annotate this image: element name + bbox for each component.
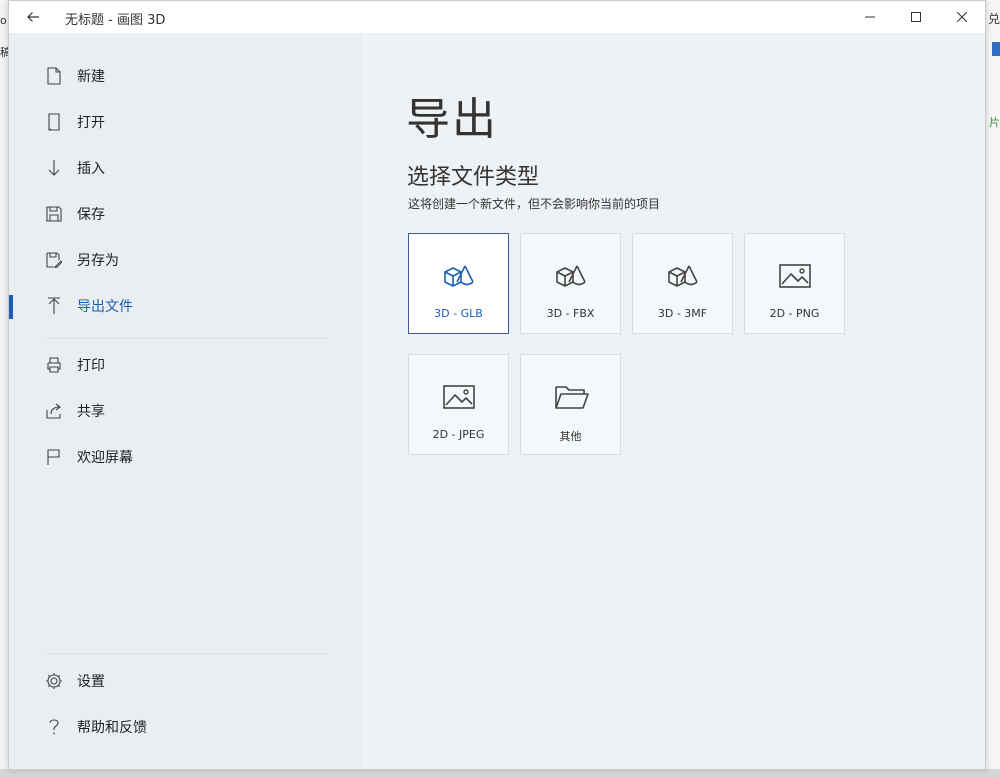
flag-icon	[45, 448, 63, 466]
sidebar-item-export[interactable]: 导出文件	[9, 284, 349, 328]
tile-label: 其他	[559, 430, 582, 443]
export-tile-2d-png[interactable]: 2D - PNG	[744, 233, 845, 334]
sidebar-item-label: 欢迎屏幕	[77, 450, 133, 466]
sidebar-item-label: 帮助和反馈	[77, 720, 147, 736]
tile-label: 3D - FBX	[546, 307, 595, 320]
close-icon	[957, 12, 967, 22]
export-icon	[45, 297, 63, 315]
section-subtitle: 这将创建一个新文件，但不会影响你当前的项目	[408, 197, 661, 211]
sidebar-divider	[45, 338, 329, 339]
sidebar-item-label: 打印	[77, 358, 105, 374]
desktop-background-left: o 稿	[0, 0, 11, 777]
export-tile-2d-jpeg[interactable]: 2D - JPEG	[408, 354, 509, 455]
close-button[interactable]	[939, 1, 985, 33]
sidebar-item-save[interactable]: 保存	[9, 192, 349, 236]
insert-icon	[45, 159, 63, 177]
open-icon	[45, 113, 63, 131]
image-icon	[779, 264, 811, 288]
sidebar-item-welcome[interactable]: 欢迎屏幕	[9, 435, 349, 479]
minimize-icon	[865, 16, 875, 18]
sidebar-item-label: 新建	[77, 69, 105, 85]
sidebar-item-label: 插入	[77, 161, 105, 177]
page-title: 导出	[406, 94, 498, 145]
3d-shapes-icon	[444, 265, 474, 287]
sidebar-item-share[interactable]: 共享	[9, 389, 349, 433]
back-arrow-icon	[27, 12, 39, 22]
tile-label: 3D - GLB	[434, 307, 483, 320]
maximize-button[interactable]	[893, 1, 939, 33]
title-bar: 无标题 - 画图 3D	[9, 1, 985, 33]
help-icon	[45, 718, 63, 736]
paint3d-window: 无标题 - 画图 3D 新建 打开 插入 保存 另存为 导出文件 打印 共享 欢…	[8, 0, 986, 770]
sidebar-item-save-as[interactable]: 另存为	[9, 238, 349, 282]
sidebar-item-open[interactable]: 打开	[9, 100, 349, 144]
tile-label: 3D - 3MF	[657, 307, 708, 320]
section-title: 选择文件类型	[407, 165, 540, 190]
3d-shapes-icon	[556, 265, 586, 287]
new-file-icon	[45, 67, 63, 85]
folder-icon	[555, 386, 589, 409]
background-window-edge	[992, 42, 1000, 56]
sidebar-item-settings[interactable]: 设置	[9, 659, 349, 703]
tile-label: 2D - PNG	[769, 307, 820, 320]
sidebar-item-help[interactable]: 帮助和反馈	[9, 705, 349, 749]
gear-icon	[45, 672, 63, 690]
background-text-fragment: 兑	[987, 12, 1000, 26]
sidebar-item-label: 导出文件	[77, 299, 133, 315]
sidebar-item-label: 打开	[77, 115, 105, 131]
back-button[interactable]	[13, 1, 53, 33]
maximize-icon	[911, 12, 921, 22]
export-tile-3d-3mf[interactable]: 3D - 3MF	[632, 233, 733, 334]
export-tile-other[interactable]: 其他	[520, 354, 621, 455]
sidebar-item-insert[interactable]: 插入	[9, 146, 349, 190]
sidebar-item-label: 保存	[77, 207, 105, 223]
sidebar-item-print[interactable]: 打印	[9, 343, 349, 387]
file-menu-sidebar: 新建 打开 插入 保存 另存为 导出文件 打印 共享 欢迎屏幕 设置 帮助和反馈	[9, 33, 362, 769]
sidebar-item-label: 另存为	[77, 253, 119, 269]
save-as-icon	[45, 251, 63, 269]
sidebar-item-new[interactable]: 新建	[9, 54, 349, 98]
minimize-button[interactable]	[847, 1, 893, 33]
window-title: 无标题 - 画图 3D	[65, 13, 166, 28]
export-tile-3d-fbx[interactable]: 3D - FBX	[520, 233, 621, 334]
image-icon	[443, 385, 475, 409]
background-text-fragment: 片	[989, 116, 1000, 129]
3d-shapes-icon	[668, 265, 698, 287]
export-panel: 导出 选择文件类型 这将创建一个新文件，但不会影响你当前的项目 3D - GLB…	[362, 33, 985, 769]
save-icon	[45, 205, 63, 223]
print-icon	[45, 356, 63, 374]
export-tile-3d-glb[interactable]: 3D - GLB	[408, 233, 509, 334]
sidebar-divider	[45, 653, 329, 654]
share-icon	[45, 402, 63, 420]
desktop-background-bottom	[0, 769, 1000, 777]
desktop-background-right: 兑 片	[986, 0, 1000, 777]
background-text-fragment: o	[0, 14, 7, 27]
tile-label: 2D - JPEG	[432, 428, 485, 441]
sidebar-item-label: 设置	[77, 674, 105, 690]
sidebar-item-label: 共享	[77, 404, 105, 420]
